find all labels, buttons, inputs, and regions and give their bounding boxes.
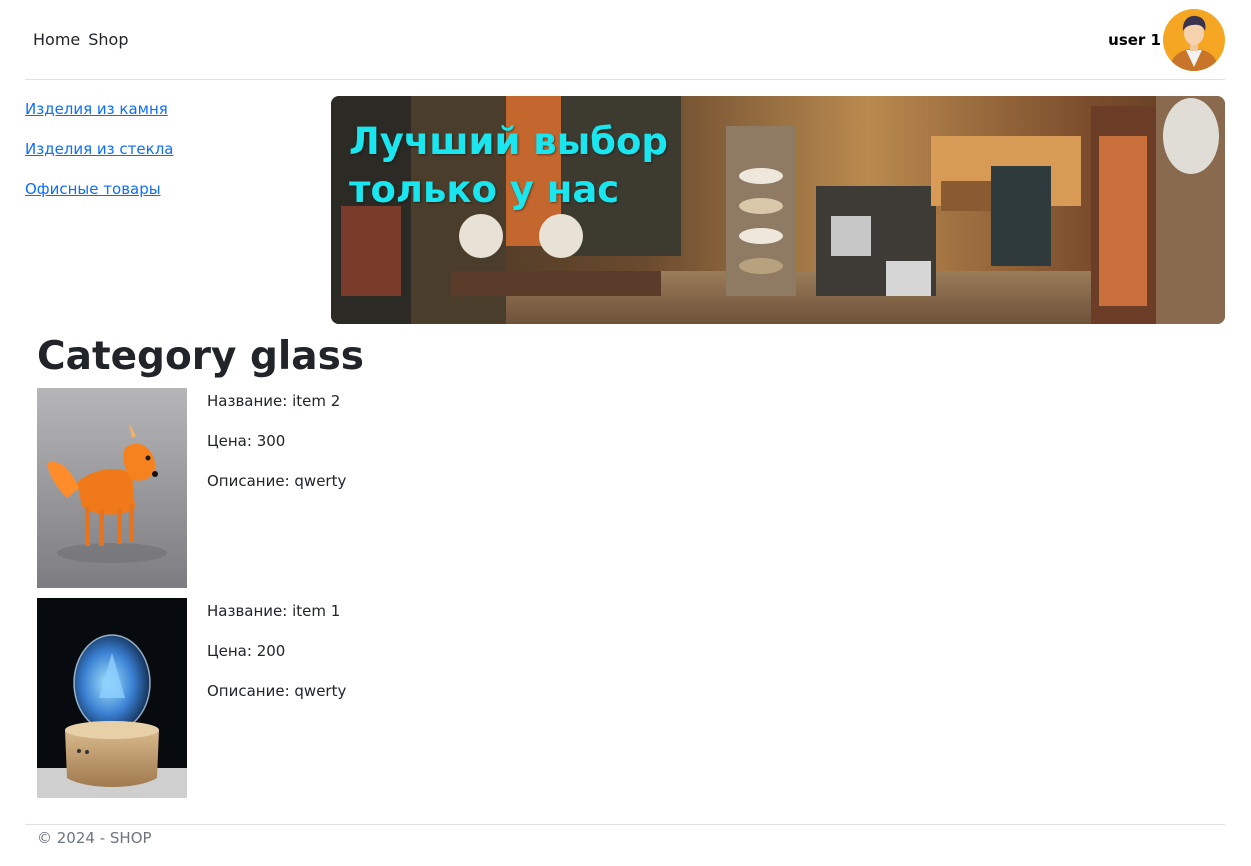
product-description: Описание: qwerty (207, 682, 347, 700)
crystal-lamp-image[interactable] (37, 598, 187, 798)
user-avatar-icon[interactable] (1163, 9, 1225, 71)
nav-links: Home Shop (33, 30, 129, 49)
product-info: Название: item 2 Цена: 300 Описание: qwe… (207, 392, 346, 512)
product-price: Цена: 300 (207, 432, 286, 450)
category-link-stone[interactable]: Изделия из камня (25, 99, 173, 139)
product-card: Название: item 1 Цена: 200 Описание: qwe… (37, 598, 637, 798)
promo-banner: Лучший выбор только у нас (331, 96, 1225, 324)
page-footer: © 2024 - SHOP (25, 824, 1225, 847)
category-link-office[interactable]: Офисные товары (25, 179, 173, 219)
user-name: user 1 (1108, 31, 1161, 49)
category-sidebar: Изделия из камня Изделия из стекла Офисн… (25, 99, 173, 219)
nav-shop-link[interactable]: Shop (88, 30, 128, 49)
product-name: Название: item 1 (207, 602, 341, 620)
top-navbar: Home Shop user 1 (25, 0, 1225, 80)
product-info: Название: item 1 Цена: 200 Описание: qwe… (207, 602, 346, 722)
user-menu[interactable]: user 1 (1108, 8, 1225, 72)
category-link-glass[interactable]: Изделия из стекла (25, 139, 173, 179)
nav-home-link[interactable]: Home (33, 30, 80, 49)
product-name: Название: item 2 (207, 392, 341, 410)
product-description: Описание: qwerty (207, 472, 347, 490)
footer-copyright: © 2024 - SHOP (37, 829, 152, 847)
glass-fox-image[interactable] (37, 388, 187, 588)
page-title: Category glass (37, 334, 365, 379)
banner-headline: Лучший выбор только у нас (349, 120, 668, 211)
product-card: Название: item 2 Цена: 300 Описание: qwe… (37, 388, 637, 588)
product-price: Цена: 200 (207, 642, 286, 660)
